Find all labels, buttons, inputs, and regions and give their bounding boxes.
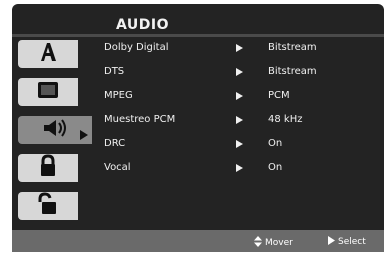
right-arrow-icon (236, 92, 243, 103)
setting-row-drc[interactable]: DRC On (100, 138, 380, 154)
setting-row-muestreo-pcm[interactable]: Muestreo PCM 48 kHz (100, 114, 380, 130)
setting-row-dts[interactable]: DTS Bitstream (100, 66, 380, 82)
osd-screen: AUDIO Dolby Digital Bitstream DTS Bitstr… (12, 4, 384, 252)
select-hint-label: Select (338, 237, 366, 247)
setting-value: PCM (268, 90, 290, 101)
sidebar (18, 40, 92, 232)
right-arrow-icon (236, 140, 243, 151)
lock-closed-icon (38, 154, 58, 182)
tab-language[interactable] (18, 40, 78, 68)
move-hint-label: Mover (265, 238, 293, 248)
setting-label: Muestreo PCM (104, 114, 176, 125)
active-tab-arrow-icon (80, 125, 88, 144)
right-arrow-icon (236, 68, 243, 79)
setting-label: DTS (104, 66, 125, 77)
right-arrow-icon (236, 164, 243, 175)
setting-label: Vocal (104, 162, 131, 173)
setting-value: On (268, 162, 283, 173)
setting-row-dolby-digital[interactable]: Dolby Digital Bitstream (100, 42, 380, 58)
setting-label: Dolby Digital (104, 42, 169, 53)
speaker-icon (41, 117, 69, 143)
move-hint: Mover (254, 236, 293, 250)
setting-row-vocal[interactable]: Vocal On (100, 162, 380, 178)
display-screen-icon (36, 80, 60, 104)
setting-value: Bitstream (268, 66, 317, 77)
up-down-arrows-icon (254, 236, 262, 250)
tab-audio[interactable] (18, 116, 92, 144)
play-arrow-icon (328, 236, 335, 248)
status-bar: Mover Select (12, 230, 384, 252)
select-hint: Select (328, 236, 366, 248)
page-title: AUDIO (116, 17, 170, 33)
font-letter-a-icon (37, 41, 59, 67)
right-arrow-icon (236, 44, 243, 55)
settings-list: Dolby Digital Bitstream DTS Bitstream MP… (100, 42, 380, 232)
setting-value: Bitstream (268, 42, 317, 53)
right-arrow-icon (236, 116, 243, 127)
setting-value: 48 kHz (268, 114, 303, 125)
tab-others[interactable] (18, 192, 78, 220)
setting-label: DRC (104, 138, 126, 149)
tab-display[interactable] (18, 78, 78, 106)
tab-lock[interactable] (18, 154, 78, 182)
setting-row-mpeg[interactable]: MPEG PCM (100, 90, 380, 106)
setting-value: On (268, 138, 283, 149)
title-divider (12, 34, 384, 37)
setting-label: MPEG (104, 90, 133, 101)
lock-open-icon (36, 192, 60, 220)
